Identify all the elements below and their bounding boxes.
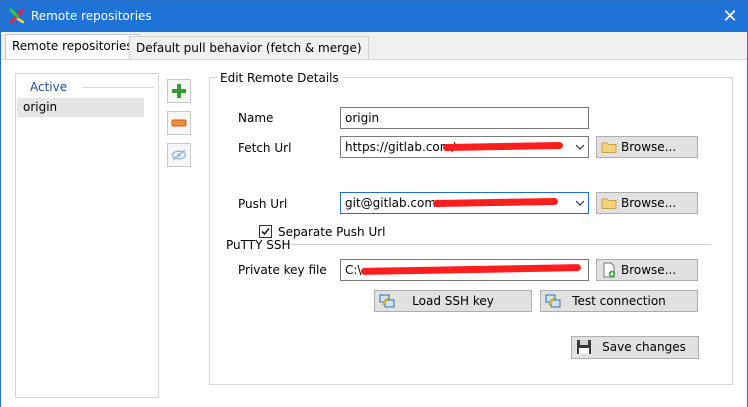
list-group-header: Active bbox=[30, 80, 68, 94]
list-item[interactable]: origin bbox=[17, 98, 144, 117]
fetch-url-combo[interactable]: https://gitlab.com/ bbox=[340, 136, 589, 158]
fetch-browse-button[interactable]: Browse... bbox=[596, 136, 698, 158]
folder-icon bbox=[601, 198, 617, 209]
group-header-divider bbox=[82, 87, 154, 88]
push-browse-button[interactable]: Browse... bbox=[596, 192, 698, 214]
tab-remote-repositories[interactable]: Remote repositories bbox=[5, 34, 140, 61]
hidden-eye-icon bbox=[171, 149, 187, 161]
redaction-mark bbox=[432, 197, 559, 208]
name-label: Name bbox=[238, 111, 274, 125]
toggle-visibility-button[interactable] bbox=[167, 143, 191, 167]
redaction-mark bbox=[360, 264, 582, 275]
save-changes-label: Save changes bbox=[602, 340, 686, 354]
edit-remote-details-title: Edit Remote Details bbox=[217, 71, 342, 85]
push-url-combo[interactable]: git@gitlab.com: bbox=[340, 192, 589, 214]
separate-push-url-label[interactable]: Separate Push Url bbox=[278, 225, 386, 239]
name-value: origin bbox=[345, 111, 380, 125]
test-connection-label: Test connection bbox=[572, 294, 666, 308]
redaction-mark bbox=[442, 141, 564, 152]
separate-push-url-checkbox[interactable] bbox=[259, 225, 272, 238]
push-url-value: git@gitlab.com: bbox=[345, 196, 441, 210]
tab-default-pull-behavior[interactable]: Default pull behavior (fetch & merge) bbox=[129, 36, 369, 59]
remote-repositories-dialog: Remote repositories ✕ Remote repositorie… bbox=[0, 0, 748, 407]
private-key-value: C:\ bbox=[345, 263, 362, 277]
new-file-icon bbox=[603, 262, 616, 278]
push-url-label: Push Url bbox=[238, 197, 288, 211]
add-remote-button[interactable] bbox=[167, 79, 191, 103]
putty-ssh-title: PuTTY SSH bbox=[226, 238, 291, 252]
remotes-list[interactable]: Active origin bbox=[15, 73, 159, 398]
minus-icon bbox=[171, 119, 187, 127]
private-key-browse-button[interactable]: Browse... bbox=[596, 259, 698, 281]
checkmark-icon bbox=[261, 228, 270, 236]
test-connection-button[interactable]: Test connection bbox=[540, 290, 698, 312]
tab-panel: Active origin Edit Remote Details Name o… bbox=[1, 59, 747, 407]
chevron-down-icon[interactable] bbox=[575, 197, 585, 209]
private-key-label: Private key file bbox=[238, 263, 327, 277]
load-ssh-key-button[interactable]: Load SSH key bbox=[374, 290, 532, 312]
browse-label: Browse... bbox=[621, 263, 677, 277]
fetch-url-value: https://gitlab.com/ bbox=[345, 140, 456, 154]
browse-label: Browse... bbox=[621, 196, 677, 210]
name-field[interactable]: origin bbox=[340, 107, 589, 129]
window-title: Remote repositories bbox=[31, 9, 152, 23]
git-extensions-app-icon bbox=[9, 8, 25, 24]
private-key-field[interactable]: C:\ bbox=[340, 259, 589, 281]
putty-divider bbox=[291, 244, 711, 245]
load-ssh-key-label: Load SSH key bbox=[412, 294, 494, 308]
title-bar: Remote repositories ✕ bbox=[1, 1, 747, 32]
folder-icon bbox=[601, 142, 617, 153]
tab-strip: Remote repositories Default pull behavio… bbox=[1, 32, 747, 61]
close-icon[interactable]: ✕ bbox=[713, 1, 747, 32]
chevron-down-icon[interactable] bbox=[575, 141, 585, 153]
plus-icon bbox=[172, 84, 186, 98]
save-changes-button[interactable]: Save changes bbox=[571, 336, 699, 359]
browse-label: Browse... bbox=[621, 140, 677, 154]
remove-remote-button[interactable] bbox=[167, 111, 191, 135]
fetch-url-label: Fetch Url bbox=[238, 141, 292, 155]
